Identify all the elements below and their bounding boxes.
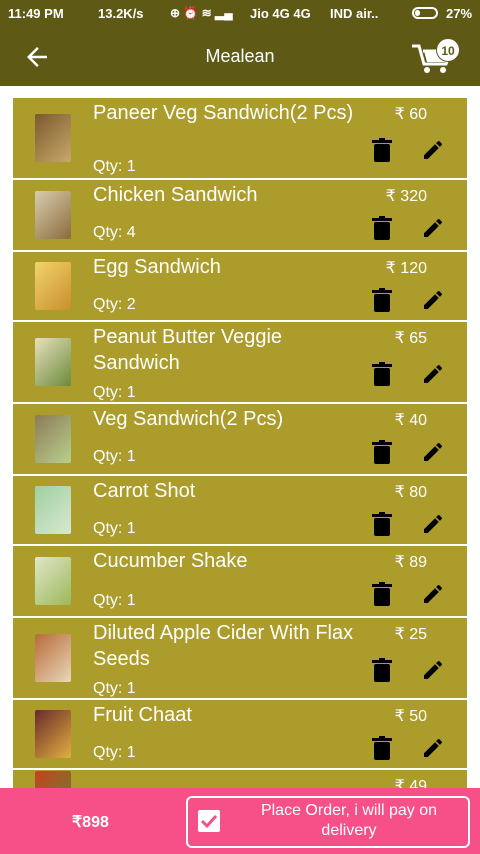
item-quantity: Qty: 2	[93, 296, 136, 313]
bottom-bar: ₹898 Place Order, i will pay on delivery	[0, 788, 480, 854]
status-bar: 11:49 PM 13.2K/s ⊕ ⏰ ≋ ▂▄ Jio 4G 4G IND …	[0, 0, 480, 28]
pencil-icon[interactable]	[421, 512, 445, 536]
item-price: ₹ 49	[394, 778, 427, 788]
item-thumbnail	[35, 262, 71, 310]
list-item[interactable]: ₹ 49	[13, 770, 467, 788]
item-price: ₹ 25	[394, 626, 427, 643]
list-item[interactable]: Egg Sandwich Qty: 2 ₹ 120	[13, 252, 467, 320]
trash-icon[interactable]	[371, 440, 393, 464]
item-thumbnail	[35, 710, 71, 758]
pencil-icon[interactable]	[421, 216, 445, 240]
trash-icon[interactable]	[371, 658, 393, 682]
item-thumbnail	[35, 415, 71, 463]
item-quantity: Qty: 1	[93, 744, 136, 761]
item-quantity: Qty: 1	[93, 592, 136, 609]
list-item[interactable]: Fruit Chaat Qty: 1 ₹ 50	[13, 700, 467, 768]
status-battery-percent: 27%	[446, 6, 473, 21]
battery-icon	[412, 7, 438, 19]
list-item[interactable]: Paneer Veg Sandwich(2 Pcs) Qty: 1 ₹ 60	[13, 98, 467, 178]
list-item[interactable]: Peanut Butter Veggie Sandwich Qty: 1 ₹ 6…	[13, 322, 467, 402]
item-name: Diluted Apple Cider With Flax Seeds	[93, 622, 354, 670]
item-thumbnail	[35, 114, 71, 162]
item-price: ₹ 320	[385, 188, 427, 205]
pencil-icon[interactable]	[421, 582, 445, 606]
item-price: ₹ 89	[394, 554, 427, 571]
item-name: Veg Sandwich(2 Pcs)	[93, 408, 284, 430]
item-thumbnail	[35, 486, 71, 534]
place-order-button[interactable]: Place Order, i will pay on delivery	[186, 796, 470, 848]
item-thumbnail	[35, 557, 71, 605]
item-thumbnail	[35, 338, 71, 386]
item-name: Paneer Veg Sandwich(2 Pcs)	[93, 102, 354, 124]
page-title: Mealean	[205, 46, 275, 66]
status-icons: ⊕ ⏰ ≋ ▂▄	[170, 6, 233, 20]
item-name: Carrot Shot	[93, 480, 196, 502]
item-price: ₹ 80	[394, 484, 427, 501]
item-name: Peanut Butter Veggie Sandwich	[93, 326, 283, 374]
item-name: Fruit Chaat	[93, 704, 192, 726]
checkbox-icon[interactable]	[198, 810, 220, 832]
list-item[interactable]: Veg Sandwich(2 Pcs) Qty: 1 ₹ 40	[13, 404, 467, 474]
item-quantity: Qty: 1	[93, 520, 136, 537]
status-carrier-secondary: IND air..	[330, 6, 379, 21]
status-carrier-primary: Jio 4G 4G	[250, 6, 311, 21]
list-item[interactable]: Chicken Sandwich Qty: 4 ₹ 320	[13, 180, 467, 250]
trash-icon[interactable]	[371, 736, 393, 760]
pencil-icon[interactable]	[421, 362, 445, 386]
item-quantity: Qty: 4	[93, 224, 136, 241]
item-price: ₹ 65	[394, 330, 427, 347]
item-thumbnail	[35, 634, 71, 682]
item-quantity: Qty: 1	[93, 158, 136, 175]
app-bar: Mealean 10	[0, 28, 480, 86]
item-price: ₹ 60	[394, 106, 427, 123]
item-thumbnail	[35, 771, 71, 788]
item-name: Cucumber Shake	[93, 550, 248, 572]
pencil-icon[interactable]	[421, 736, 445, 760]
pencil-icon[interactable]	[421, 440, 445, 464]
pencil-icon[interactable]	[421, 288, 445, 312]
trash-icon[interactable]	[371, 288, 393, 312]
trash-icon[interactable]	[371, 362, 393, 386]
status-time: 11:49 PM	[8, 6, 64, 21]
pencil-icon[interactable]	[421, 658, 445, 682]
item-price: ₹ 40	[394, 412, 427, 429]
item-quantity: Qty: 1	[93, 448, 136, 465]
cart-count-badge: 10	[436, 38, 460, 62]
list-item[interactable]: Carrot Shot Qty: 1 ₹ 80	[13, 476, 467, 544]
item-name: Egg Sandwich	[93, 256, 221, 278]
item-price: ₹ 50	[394, 708, 427, 725]
place-order-label: Place Order, i will pay on delivery	[260, 802, 438, 839]
item-thumbnail	[35, 191, 71, 239]
trash-icon[interactable]	[371, 138, 393, 162]
item-price: ₹ 120	[385, 260, 427, 277]
status-network-speed: 13.2K/s	[98, 6, 144, 21]
item-quantity: Qty: 1	[93, 680, 136, 697]
pencil-icon[interactable]	[421, 138, 445, 162]
check-icon	[200, 814, 218, 829]
item-quantity: Qty: 1	[93, 384, 136, 401]
list-item[interactable]: Cucumber Shake Qty: 1 ₹ 89	[13, 546, 467, 616]
cart-item-list[interactable]: Paneer Veg Sandwich(2 Pcs) Qty: 1 ₹ 60 C…	[0, 86, 480, 788]
order-total: ₹898	[72, 814, 109, 831]
list-item[interactable]: Diluted Apple Cider With Flax Seeds Qty:…	[13, 618, 467, 698]
trash-icon[interactable]	[371, 512, 393, 536]
trash-icon[interactable]	[371, 582, 393, 606]
trash-icon[interactable]	[371, 216, 393, 240]
battery-fill	[415, 10, 420, 16]
item-name: Chicken Sandwich	[93, 184, 258, 206]
